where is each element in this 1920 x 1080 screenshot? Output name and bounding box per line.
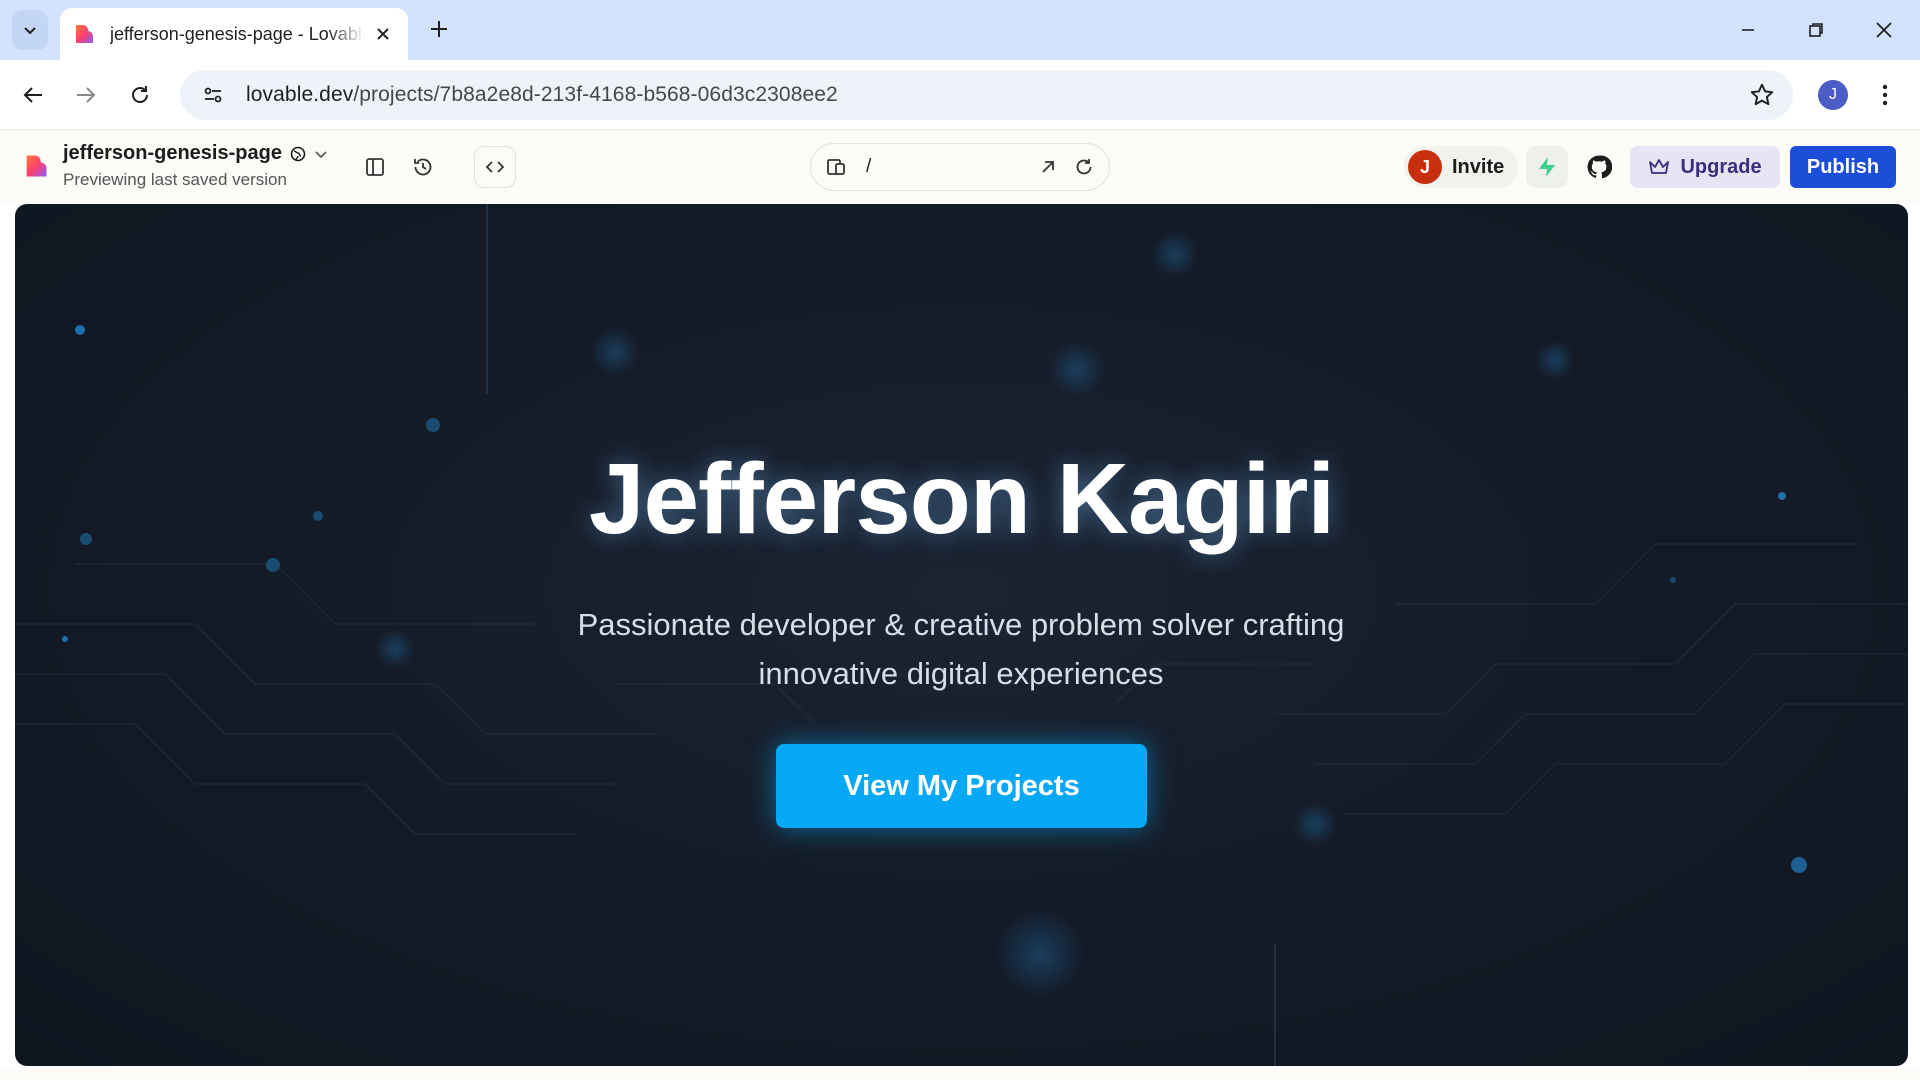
hero-subtitle: Passionate developer & creative problem … <box>577 607 1345 691</box>
star-icon[interactable] <box>1749 82 1775 108</box>
site-info-icon <box>204 87 222 103</box>
kebab-icon <box>1882 84 1888 106</box>
minimize-button[interactable] <box>1730 12 1766 48</box>
supabase-button[interactable] <box>1526 146 1568 188</box>
profile-avatar[interactable]: J <box>1818 80 1848 110</box>
supabase-icon <box>1539 157 1555 177</box>
url-path: /projects/7b8a2e8d-213f-4168-b568-06d3c2… <box>353 83 838 106</box>
bottom-strip <box>0 1070 1920 1080</box>
forward-icon <box>77 87 96 103</box>
device-icon[interactable] <box>825 156 847 178</box>
lovable-logo-icon[interactable] <box>22 152 50 180</box>
plus-icon <box>431 21 447 37</box>
chevron-down-icon <box>24 27 36 35</box>
external-link-icon[interactable] <box>1037 156 1059 178</box>
restore-icon <box>1809 23 1823 37</box>
hero-title: Jefferson Kagiri <box>588 443 1335 555</box>
avatar: J <box>1408 150 1442 184</box>
history-icon <box>414 158 432 176</box>
browser-menu-button[interactable] <box>1870 80 1900 110</box>
view-projects-button[interactable]: View My Projects <box>776 744 1147 828</box>
url-host: lovable.dev <box>246 83 354 106</box>
browser-tab-active[interactable]: jefferson-genesis-page - Lovable <box>60 8 408 60</box>
github-button[interactable] <box>1578 146 1620 188</box>
window-close-icon <box>1876 22 1892 38</box>
address-bar[interactable]: lovable.dev/projects/7b8a2e8d-213f-4168-… <box>180 70 1793 120</box>
history-button[interactable] <box>403 147 443 187</box>
refresh-icon[interactable] <box>1073 156 1095 178</box>
preview-route[interactable]: / <box>866 156 871 178</box>
editor-topbar: jefferson-genesis-page Previewing last s… <box>0 130 1920 204</box>
invite-label: Invite <box>1452 155 1505 178</box>
url-text: lovable.dev/projects/7b8a2e8d-213f-4168-… <box>246 83 838 107</box>
globe-icon <box>290 146 306 161</box>
sidebar-icon <box>366 158 384 176</box>
upgrade-button[interactable]: Upgrade <box>1630 146 1780 188</box>
browser-tabstrip: jefferson-genesis-page - Lovable <box>0 0 1920 60</box>
tab-title: jefferson-genesis-page - Lovable <box>110 23 365 44</box>
site-preview: Jefferson Kagiri Passionate developer & … <box>15 204 1908 1066</box>
close-tab-button[interactable] <box>372 23 394 45</box>
site-info-button[interactable] <box>188 70 238 120</box>
minimize-icon <box>1742 29 1754 31</box>
upgrade-label: Upgrade <box>1680 155 1762 178</box>
browser-toolbar: lovable.dev/projects/7b8a2e8d-213f-4168-… <box>0 60 1920 130</box>
new-tab-button[interactable] <box>424 14 454 44</box>
preview-address-bar[interactable]: / <box>810 143 1110 191</box>
window-close-button[interactable] <box>1866 12 1902 48</box>
project-name: jefferson-genesis-page <box>63 142 282 164</box>
chevron-down-icon <box>315 150 327 158</box>
invite-button[interactable]: J Invite <box>1404 146 1519 188</box>
lovable-logo-icon <box>76 25 93 43</box>
code-view-button[interactable] <box>474 146 516 188</box>
forward-button[interactable] <box>68 77 104 113</box>
toggle-sidebar-button[interactable] <box>355 147 395 187</box>
project-name-menu[interactable]: jefferson-genesis-page <box>63 142 328 165</box>
restore-button[interactable] <box>1798 12 1834 48</box>
crown-icon <box>1649 159 1670 174</box>
preview-status: Previewing last saved version <box>63 170 287 189</box>
github-icon <box>1587 155 1612 179</box>
back-icon <box>23 87 42 103</box>
back-button[interactable] <box>15 77 51 113</box>
reload-button[interactable] <box>122 77 158 113</box>
tab-search-button[interactable] <box>12 10 48 50</box>
close-icon <box>377 28 389 40</box>
reload-icon <box>132 86 148 103</box>
publish-button[interactable]: Publish <box>1790 146 1896 188</box>
code-icon <box>485 161 505 173</box>
